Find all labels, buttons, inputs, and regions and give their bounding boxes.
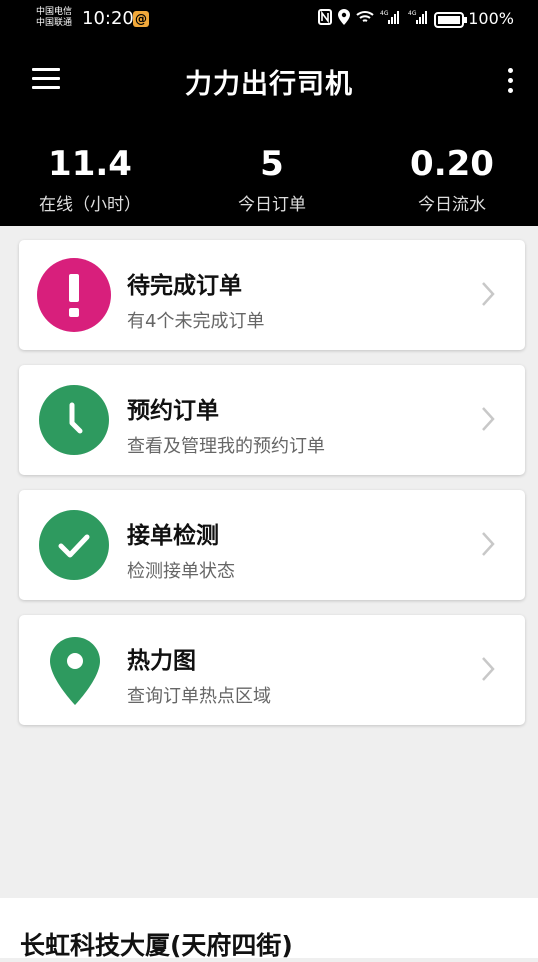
notification-app-icon: @ — [133, 11, 149, 27]
card-subtitle: 检测接单状态 — [127, 561, 235, 582]
checkmark-icon — [39, 510, 109, 580]
more-vertical-icon[interactable] — [506, 68, 514, 96]
stats-panel: 11.4 在线（小时） 5 今日订单 0.20 今日流水 — [0, 122, 538, 226]
battery-icon — [434, 12, 467, 28]
stat-label: 今日订单 — [238, 195, 306, 215]
card-subtitle: 有4个未完成订单 — [127, 311, 265, 332]
wifi-icon — [356, 11, 374, 22]
card-heatmap[interactable]: 热力图 查询订单热点区域 — [19, 615, 525, 725]
battery-level: 100% — [468, 9, 514, 28]
page-title: 力力出行司机 — [185, 69, 353, 100]
card-subtitle: 查询订单热点区域 — [127, 686, 271, 707]
stat-label: 在线（小时） — [39, 195, 141, 215]
status-bar: 中国电信 中国联通 10:20 @ 4G 4G 100% — [0, 0, 538, 42]
stat-label: 今日流水 — [418, 195, 486, 215]
nfc-icon — [318, 9, 332, 25]
card-title: 热力图 — [127, 648, 196, 674]
carrier-1: 中国电信 — [36, 7, 73, 17]
chevron-right-icon — [482, 532, 495, 556]
exclamation-icon — [37, 258, 111, 332]
chevron-right-icon — [482, 282, 495, 306]
stat-value: 11.4 — [48, 144, 132, 184]
card-title: 接单检测 — [127, 523, 219, 549]
chevron-right-icon — [482, 407, 495, 431]
svg-text:4G: 4G — [380, 10, 389, 17]
status-icons: 4G 4G — [318, 9, 430, 25]
clock-icon — [39, 385, 109, 455]
chevron-right-icon — [482, 657, 495, 681]
app-bar: 力力出行司机 — [0, 42, 538, 122]
card-order-check[interactable]: 接单检测 检测接单状态 — [19, 490, 525, 600]
card-pending-orders[interactable]: 待完成订单 有4个未完成订单 — [19, 240, 525, 350]
stat-today-orders: 5 今日订单 — [182, 144, 362, 215]
card-title: 预约订单 — [127, 398, 219, 424]
status-time: 10:20 — [82, 8, 134, 29]
svg-text:4G: 4G — [408, 10, 417, 17]
location-pin-icon — [47, 635, 103, 707]
stat-online-hours: 11.4 在线（小时） — [0, 144, 180, 215]
carrier-labels: 中国电信 中国联通 — [36, 7, 72, 29]
location-icon — [338, 9, 350, 25]
carrier-2: 中国联通 — [36, 18, 73, 28]
stat-value: 5 — [260, 144, 284, 184]
location-footer: 长虹科技大厦(天府四街) — [0, 898, 538, 960]
card-title: 待完成订单 — [127, 273, 242, 299]
card-reservation-orders[interactable]: 预约订单 查看及管理我的预约订单 — [19, 365, 525, 475]
stat-value: 0.20 — [410, 144, 494, 184]
card-subtitle: 查看及管理我的预约订单 — [127, 436, 325, 457]
signal-4g-icon: 4G — [380, 10, 399, 24]
signal-4g-icon-2: 4G — [408, 10, 427, 24]
current-address: 长虹科技大厦(天府四街) — [20, 931, 293, 960]
stat-today-revenue: 0.20 今日流水 — [362, 144, 538, 215]
